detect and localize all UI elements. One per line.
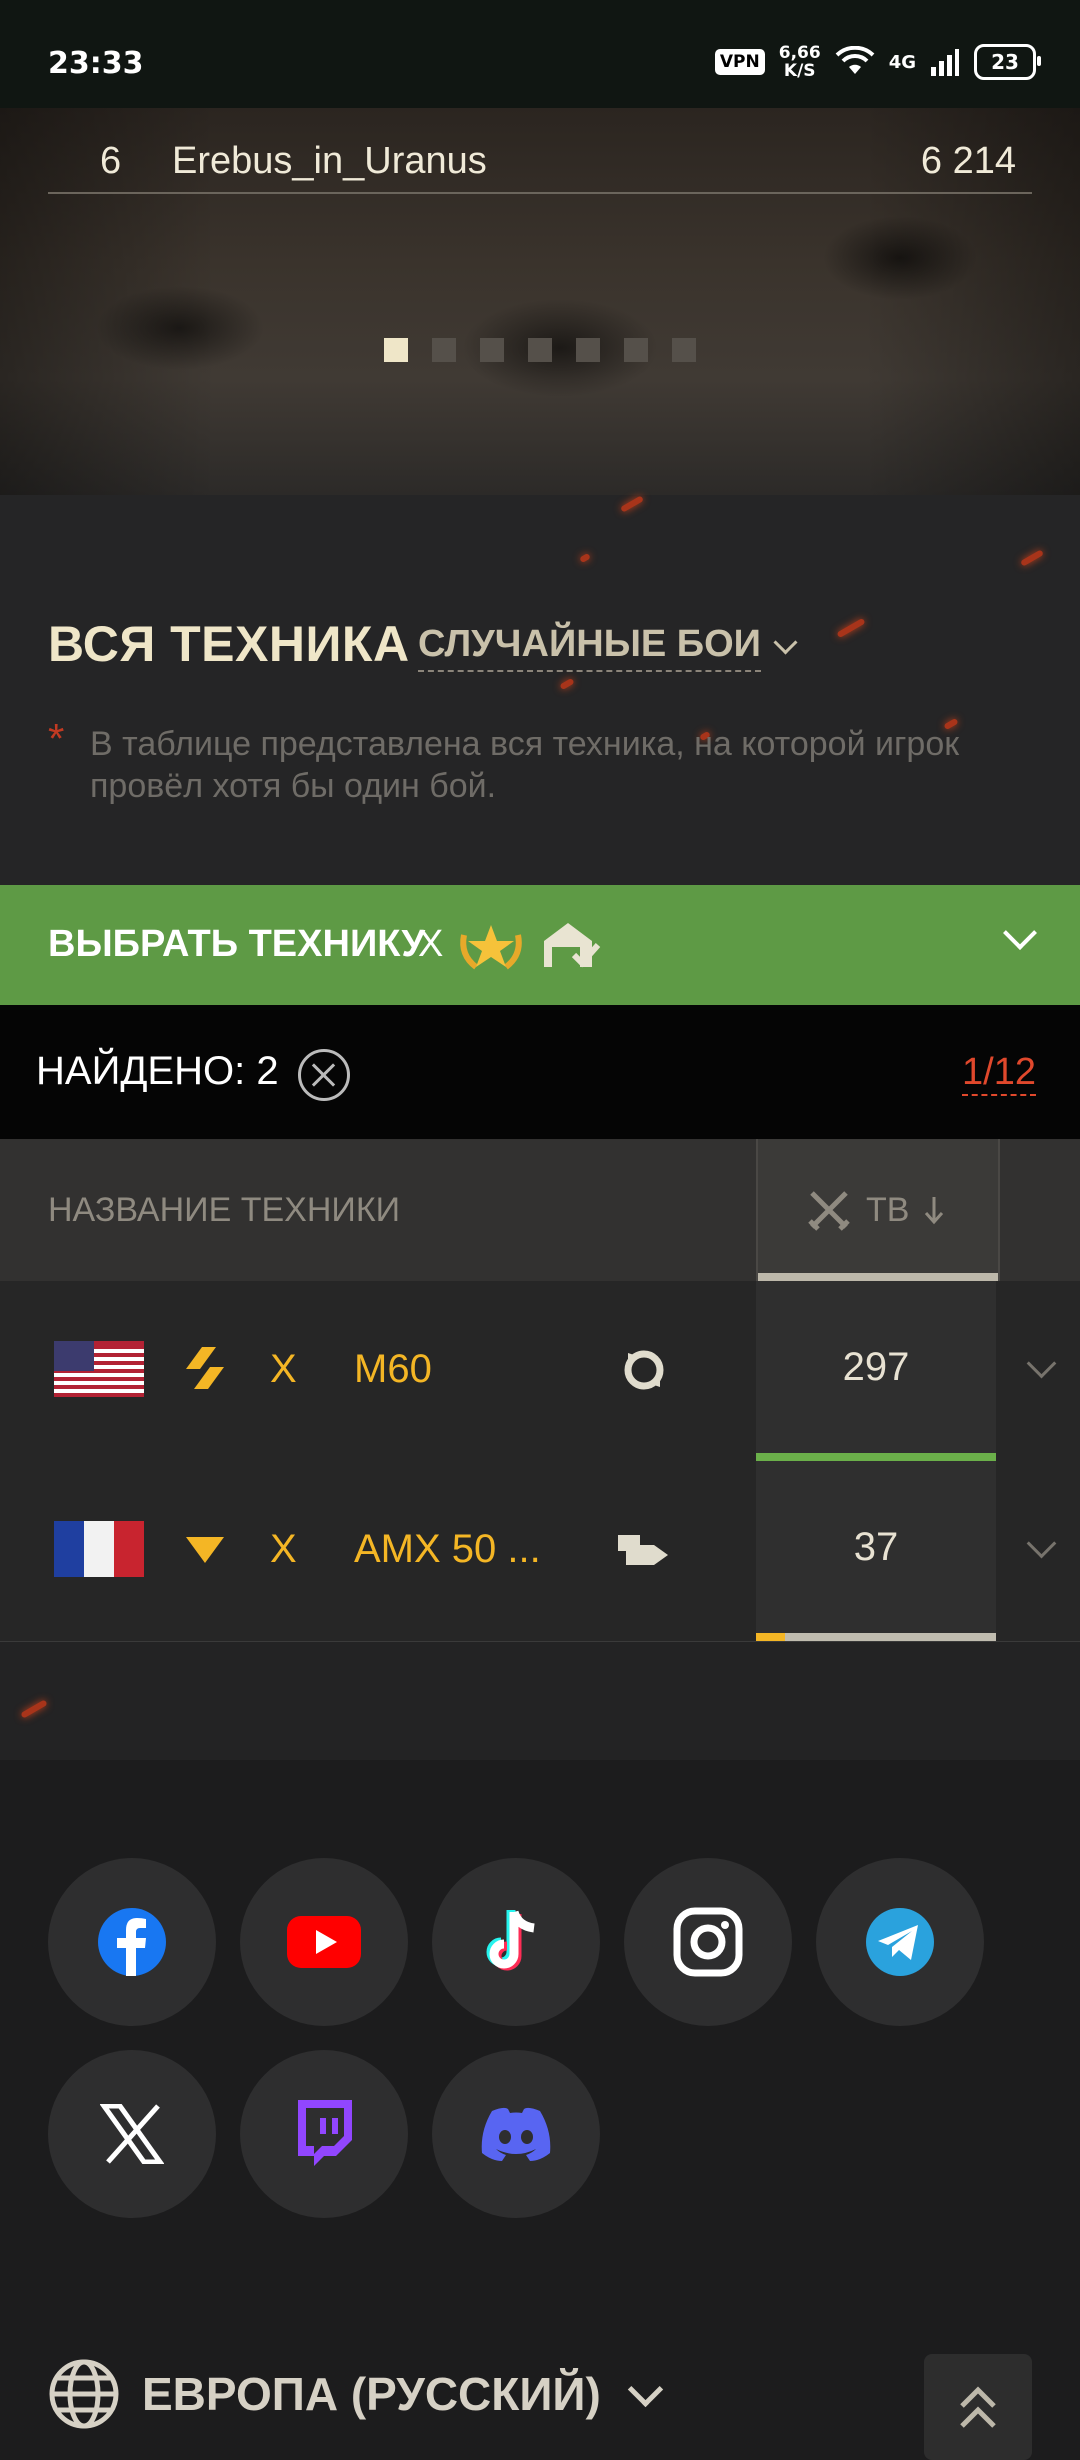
chevron-down-icon	[1003, 916, 1037, 950]
youtube-link[interactable]	[240, 1858, 408, 2026]
network-speed: 6,66 K/S	[778, 43, 821, 81]
sort-indicator	[758, 1273, 998, 1281]
twitch-link[interactable]	[240, 2050, 408, 2218]
stat-bar	[756, 1633, 996, 1641]
twitch-icon	[298, 2100, 352, 2166]
battery-icon: 23	[974, 44, 1041, 80]
clear-filter-button[interactable]	[298, 1049, 350, 1101]
table-row[interactable]: X AMX 50 ... 37	[0, 1461, 1080, 1643]
status-bar: 23:33 VPN 6,66 K/S 4G 23	[0, 0, 1080, 108]
region-label: ЕВРОПА (РУССКИЙ)	[142, 2368, 601, 2420]
x-link[interactable]	[48, 2050, 216, 2218]
x-icon	[100, 2104, 164, 2164]
carousel-dot[interactable]	[432, 338, 456, 362]
carousel-dot[interactable]	[624, 338, 648, 362]
carousel-pagination	[384, 338, 696, 362]
garage-check-icon	[544, 923, 601, 968]
pagination-indicator[interactable]: 1/12	[962, 1051, 1036, 1096]
ember-decoration	[836, 617, 866, 639]
footer	[0, 1760, 1080, 2460]
vehicle-name: M60	[354, 1347, 432, 1391]
status-icons: VPN 6,66 K/S 4G 23	[714, 43, 1041, 81]
leaderboard-rank: 6	[100, 140, 122, 182]
clock: 23:33	[48, 46, 144, 81]
tier-label: X	[270, 1527, 297, 1571]
region-selector[interactable]: ЕВРОПА (РУССКИЙ)	[48, 2358, 663, 2430]
sort-descending-icon	[925, 1197, 944, 1225]
carousel-dot[interactable]	[672, 338, 696, 362]
table-spacer	[0, 1642, 1080, 1760]
ember-decoration	[620, 495, 644, 513]
carousel-dot[interactable]	[384, 338, 408, 362]
note-asterisk: *	[48, 715, 65, 762]
stat-cell: 37	[756, 1461, 996, 1641]
stat-value: 297	[842, 1345, 910, 1389]
carousel-dot[interactable]	[480, 338, 504, 362]
stat-bar-fill	[756, 1633, 785, 1641]
battle-mode-label: СЛУЧАЙНЫЕ БОИ	[418, 623, 761, 672]
facebook-icon	[98, 1908, 166, 1976]
column-header-stat-label: ТВ	[866, 1190, 910, 1229]
tank-destroyer-icon	[186, 1537, 224, 1563]
vehicle-filter-bar[interactable]: ВЫБРАТЬ ТЕХНИКУ X	[0, 885, 1080, 1005]
results-count: НАЙДЕНО: 2	[36, 1049, 279, 1093]
sniper-role-icon	[618, 1535, 668, 1565]
filter-tier: X	[418, 923, 444, 965]
scroll-to-top-button[interactable]	[924, 2354, 1032, 2460]
vehicle-name: AMX 50 ...	[354, 1527, 541, 1571]
hero-banner: 6 Erebus_in_Uranus 6 214	[0, 108, 1080, 495]
column-header-stat[interactable]: ТВ	[756, 1139, 1000, 1281]
vpn-badge: VPN	[714, 49, 765, 75]
leaderboard-score: 6 214	[920, 140, 1016, 182]
chevron-down-icon	[773, 630, 798, 655]
carousel-dot[interactable]	[528, 338, 552, 362]
chevron-down-icon[interactable]	[1026, 1348, 1057, 1379]
versatile-role-icon	[624, 1350, 664, 1390]
section-title: ВСЯ ТЕХНИКА	[48, 616, 410, 672]
signal-icon	[931, 49, 959, 76]
tiktok-icon	[486, 1910, 535, 1971]
elite-laurel-icon	[460, 925, 522, 970]
ember-decoration	[20, 1699, 48, 1719]
wifi-icon	[835, 46, 875, 74]
column-header-name[interactable]: НАЗВАНИЕ ТЕХНИКИ	[48, 1191, 400, 1230]
medium-tank-icon	[186, 1347, 224, 1389]
stat-value: 37	[853, 1525, 899, 1569]
stat-cell: 297	[756, 1281, 996, 1461]
chevron-down-icon[interactable]	[1026, 1528, 1057, 1559]
results-bar: НАЙДЕНО: 2 1/12	[0, 1005, 1080, 1139]
double-chevron-up-icon	[960, 2386, 996, 2428]
globe-icon	[49, 2359, 119, 2429]
tier-label: X	[270, 1347, 297, 1391]
table-note: В таблице представлена вся техника, на к…	[90, 725, 960, 805]
chevron-down-icon	[627, 2371, 663, 2407]
battle-mode-dropdown[interactable]: СЛУЧАЙНЫЕ БОИ	[418, 623, 798, 672]
ember-decoration	[559, 677, 575, 691]
network-type: 4G	[888, 51, 916, 73]
discord-icon	[481, 2107, 551, 2161]
instagram-link[interactable]	[624, 1858, 792, 2026]
usa-flag-icon	[54, 1341, 144, 1397]
facebook-link[interactable]	[48, 1858, 216, 2026]
leaderboard-player-name: Erebus_in_Uranus	[172, 140, 487, 182]
youtube-icon	[287, 1916, 361, 1968]
table-header: НАЗВАНИЕ ТЕХНИКИ ТВ	[0, 1139, 1080, 1281]
discord-link[interactable]	[432, 2050, 600, 2218]
ember-decoration	[1020, 549, 1044, 567]
tiktok-link[interactable]	[432, 1858, 600, 2026]
telegram-link[interactable]	[816, 1858, 984, 2026]
vehicles-section: ВСЯ ТЕХНИКА СЛУЧАЙНЫЕ БОИ * В таблице пр…	[0, 495, 1080, 885]
instagram-icon	[673, 1907, 743, 1977]
crossed-swords-icon	[808, 1191, 850, 1231]
stat-bar-fill	[756, 1453, 996, 1461]
filter-label: ВЫБРАТЬ ТЕХНИКУ	[48, 923, 426, 965]
leaderboard-row[interactable]: 6 Erebus_in_Uranus 6 214	[48, 128, 1032, 194]
stat-bar	[756, 1453, 996, 1461]
france-flag-icon	[54, 1521, 144, 1577]
carousel-dot[interactable]	[576, 338, 600, 362]
table-row[interactable]: X M60 297	[0, 1281, 1080, 1463]
ember-decoration	[579, 552, 591, 564]
telegram-icon	[866, 1908, 934, 1976]
